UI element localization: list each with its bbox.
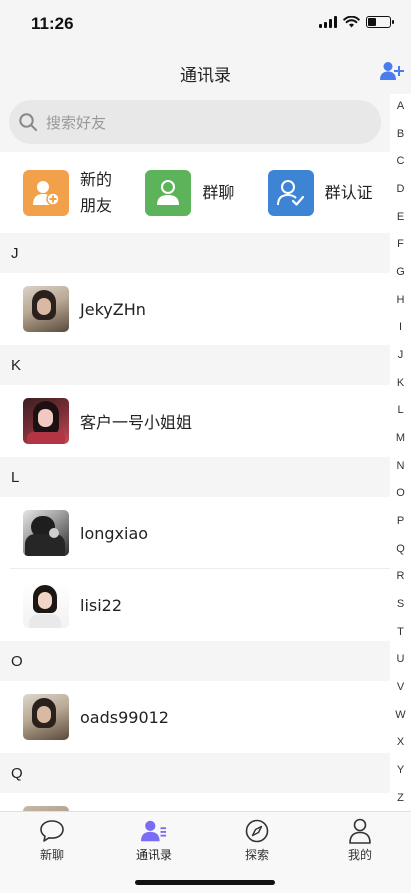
avatar [23, 694, 69, 740]
alphabet-letter[interactable]: L [397, 403, 403, 417]
tab-label: 新聊 [39, 848, 64, 862]
contact-row[interactable] [0, 793, 390, 812]
contact-row[interactable]: lisi22 [0, 569, 390, 641]
person-check-icon [267, 169, 314, 216]
alphabet-letter[interactable]: D [397, 182, 405, 196]
alphabet-letter[interactable]: J [398, 348, 404, 362]
alphabet-letter[interactable]: F [397, 237, 404, 251]
signal-icon [319, 16, 337, 28]
contact-name: longxiao [80, 523, 149, 543]
add-friend-button[interactable] [379, 58, 405, 84]
group-verification-button[interactable]: 群认证 [267, 169, 390, 216]
search-input[interactable]: 搜索好友 [9, 100, 381, 144]
wifi-icon [343, 16, 360, 28]
search-icon [18, 112, 38, 132]
section-header-k: K [0, 345, 390, 385]
search-area: 搜索好友 [0, 94, 390, 152]
alphabet-letter[interactable]: P [397, 514, 404, 528]
section-header-l: L [0, 457, 390, 497]
contact-row[interactable]: 客户一号小姐姐 [0, 385, 390, 457]
alphabet-letter[interactable]: O [396, 486, 405, 500]
section-header-o: O [0, 641, 390, 681]
alphabet-letter[interactable]: W [395, 708, 405, 722]
alphabet-letter[interactable]: V [397, 680, 404, 694]
alphabet-letter[interactable]: R [397, 569, 405, 583]
status-bar: 11:26 [0, 0, 411, 50]
alphabet-letter[interactable]: Z [397, 791, 404, 805]
contact-row[interactable]: oads99012 [0, 681, 390, 753]
alphabet-letter[interactable]: Q [396, 542, 405, 556]
tab-label: 探索 [244, 848, 269, 862]
avatar [23, 510, 69, 556]
alphabet-letter[interactable]: E [397, 210, 404, 224]
contacts-content[interactable]: 搜索好友 新的朋友 群聊 群认证 J JekyZHn K 客户一号小姐姐 L l… [0, 94, 390, 812]
alphabet-index[interactable]: ABCDEFGHIJKLMNOPQRSTUVWXYZ [390, 94, 411, 810]
group-chat-label: 群聊 [202, 182, 235, 202]
alphabet-letter[interactable]: U [397, 652, 405, 666]
tab-explore[interactable]: 探索 [227, 818, 287, 863]
alphabet-letter[interactable]: K [397, 376, 404, 390]
alphabet-letter[interactable]: T [397, 625, 404, 639]
tab-label: 我的 [347, 848, 372, 862]
home-indicator [135, 880, 275, 885]
profile-icon [347, 818, 373, 844]
tab-new-chat[interactable]: 新聊 [22, 818, 82, 863]
search-placeholder: 搜索好友 [46, 113, 107, 132]
alphabet-letter[interactable]: I [399, 320, 402, 334]
alphabet-letter[interactable]: C [397, 154, 405, 168]
section-header-q: Q [0, 753, 390, 793]
section-header-j: J [0, 233, 390, 273]
tab-contacts[interactable]: 通讯录 [124, 818, 184, 863]
avatar [23, 582, 69, 628]
new-friends-label: 新的朋友 [80, 169, 113, 215]
tab-label: 通讯录 [135, 848, 172, 862]
status-icons [319, 16, 394, 28]
nav-header: 通讯录 [0, 50, 411, 94]
quick-actions: 新的朋友 群聊 群认证 [0, 152, 390, 233]
group-verification-label: 群认证 [324, 182, 373, 202]
contact-row[interactable]: JekyZHn [0, 273, 390, 345]
chat-bubble-icon [39, 818, 65, 844]
contact-row[interactable]: longxiao [0, 497, 390, 569]
alphabet-letter[interactable]: H [397, 293, 405, 307]
avatar [23, 398, 69, 444]
page-title: 通讯录 [180, 66, 231, 86]
add-person-icon [380, 62, 404, 80]
contact-name: 客户一号小姐姐 [80, 413, 193, 432]
avatar [23, 286, 69, 332]
alphabet-letter[interactable]: G [396, 265, 405, 279]
compass-icon [244, 818, 270, 844]
alphabet-letter[interactable]: M [396, 431, 405, 445]
tab-me[interactable]: 我的 [330, 818, 390, 863]
contact-name: oads99012 [80, 707, 169, 727]
alphabet-letter[interactable]: N [397, 459, 405, 473]
add-person-icon [23, 169, 69, 216]
alphabet-letter[interactable]: S [397, 597, 404, 611]
tab-bar: 新聊 通讯录 探索 我的 [0, 811, 411, 893]
alphabet-letter[interactable]: A [397, 99, 404, 113]
person-icon [145, 169, 192, 216]
battery-icon [366, 16, 394, 28]
contact-name: lisi22 [80, 595, 123, 615]
new-friends-button[interactable]: 新的朋友 [23, 167, 145, 219]
contact-name: JekyZHn [80, 299, 146, 319]
alphabet-letter[interactable]: X [397, 735, 404, 749]
status-time: 11:26 [31, 14, 74, 33]
alphabet-letter[interactable]: Y [397, 763, 404, 777]
alphabet-letter[interactable]: B [397, 127, 404, 141]
contacts-icon [141, 818, 167, 844]
group-chat-button[interactable]: 群聊 [145, 169, 267, 216]
